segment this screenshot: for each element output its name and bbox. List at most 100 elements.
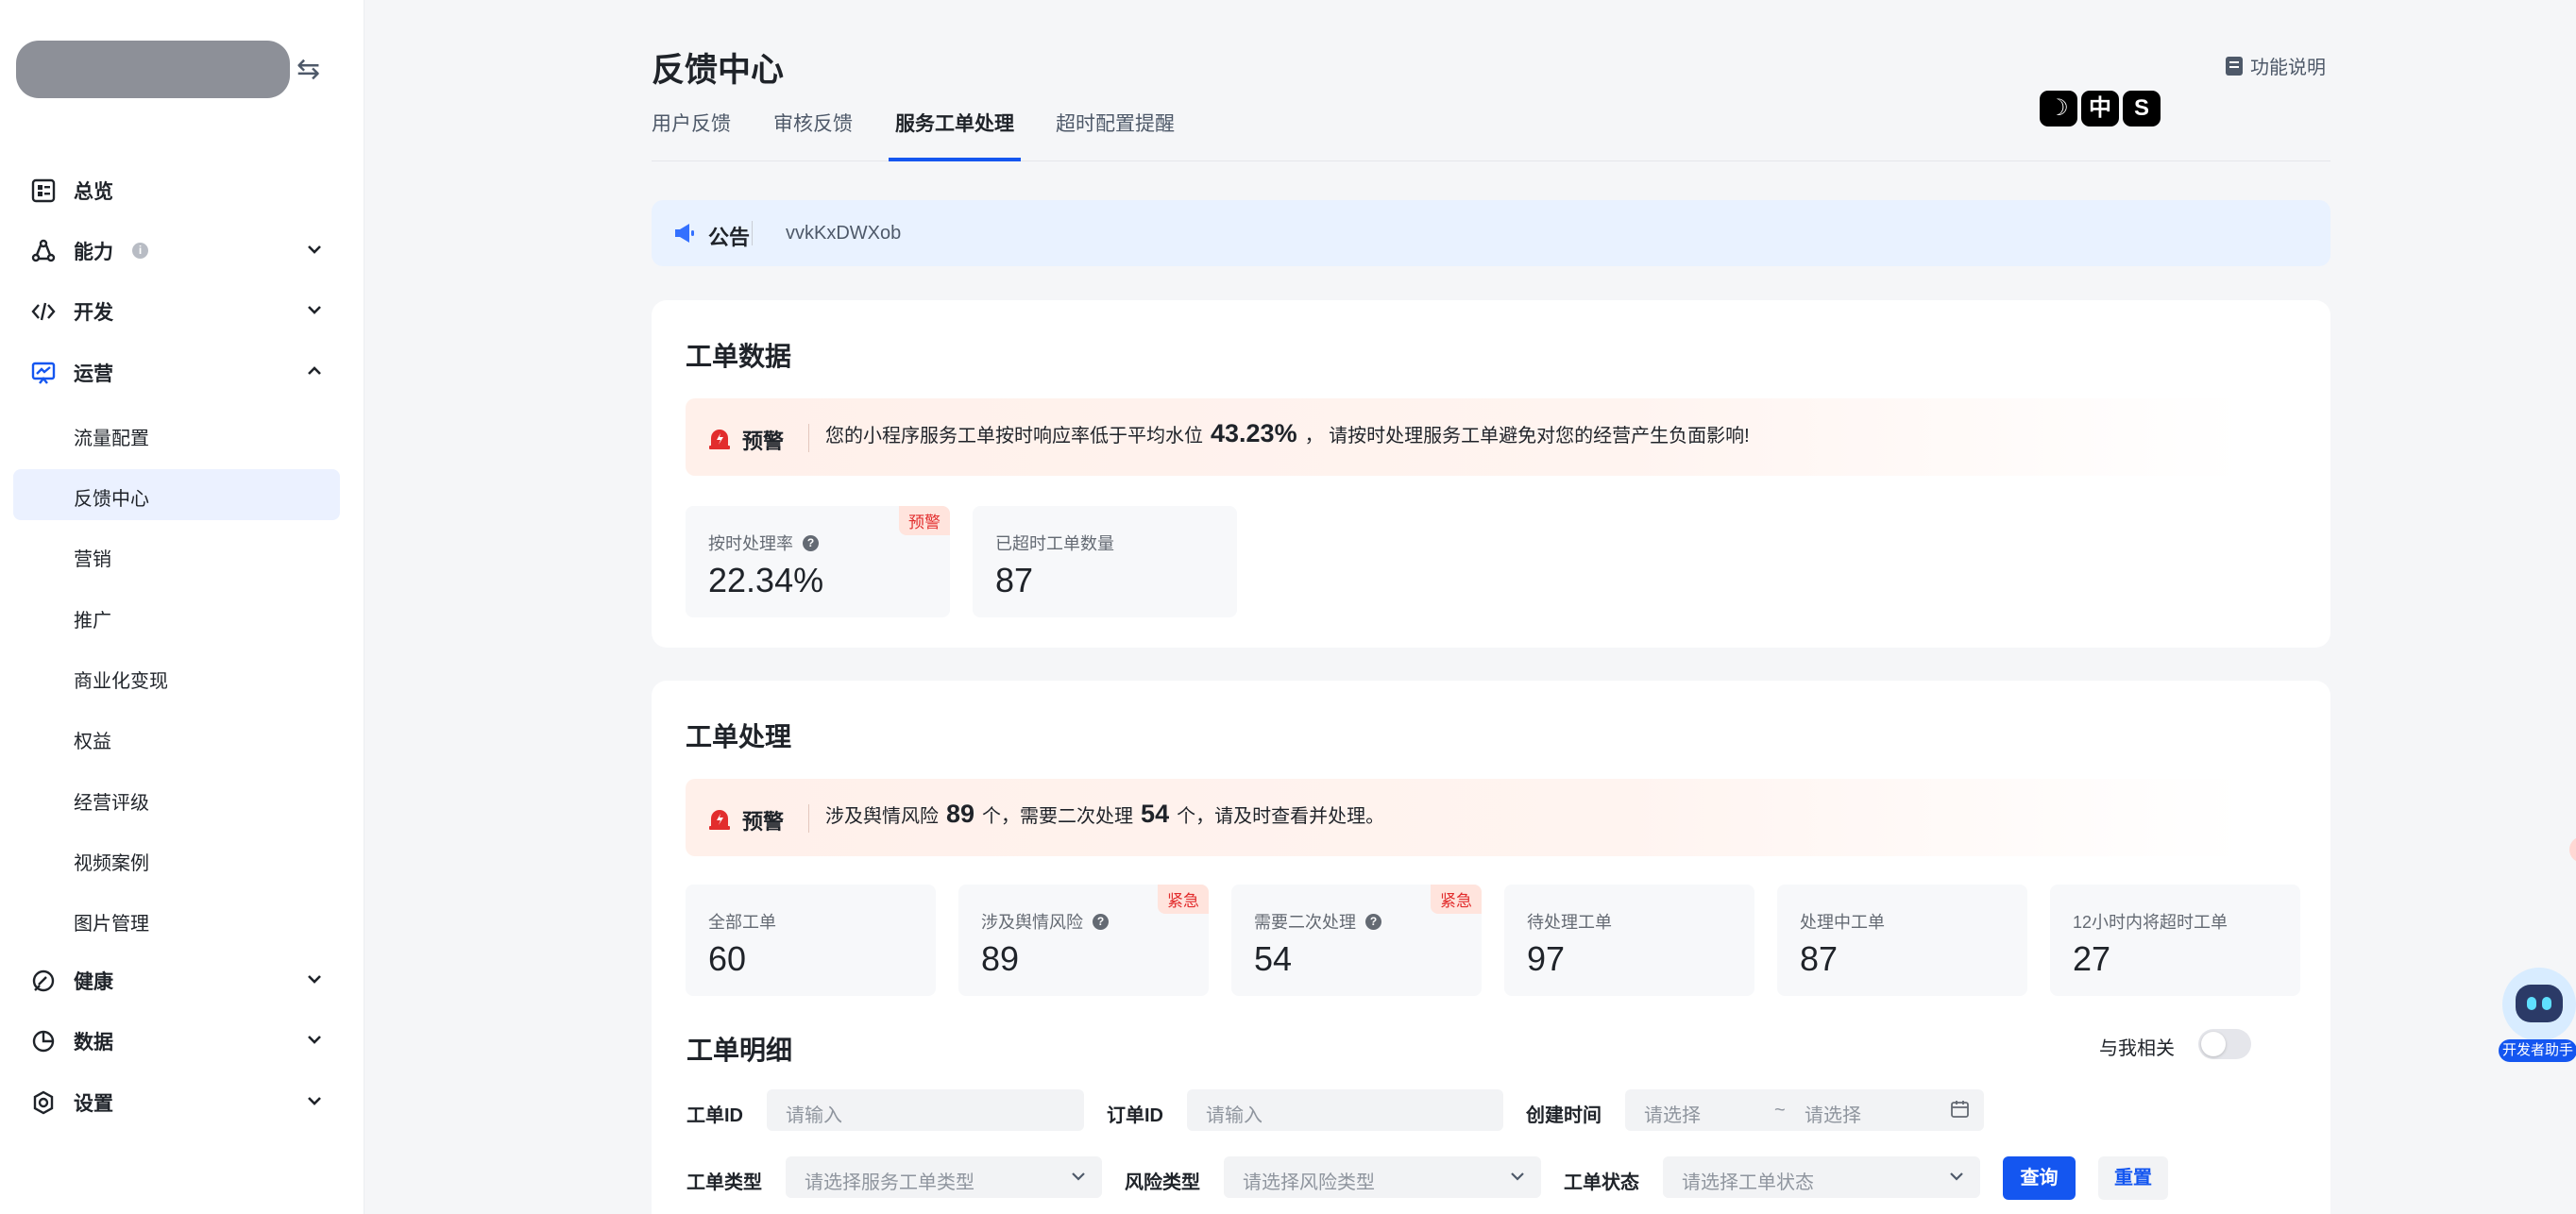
sidebar-subitem-rating[interactable]: 经营评级 (13, 773, 340, 824)
health-icon (32, 970, 55, 992)
sidebar-subitem-feedback[interactable]: 反馈中心 (13, 469, 340, 520)
ticket-status-select[interactable]: 请选择工单状态 (1663, 1156, 1980, 1198)
risk-type-label: 风险类型 (1125, 1172, 1200, 1193)
urgent-tag: 紧急 (1158, 885, 1209, 914)
stat-value: 22.34% (708, 561, 824, 599)
sidebar-subitem-label: 商业化变现 (74, 671, 168, 692)
sidebar-item-overview[interactable]: 总览 (13, 165, 340, 216)
placeholder: 请选择服务工单类型 (805, 1172, 974, 1193)
sidebar-item-data[interactable]: 数据 (13, 1016, 340, 1067)
sidebar-item-label: 总览 (74, 181, 113, 203)
section-title: 工单数据 (686, 342, 792, 371)
section-title: 工单明细 (686, 1036, 793, 1065)
sidebar-item-develop[interactable]: 开发 (13, 286, 340, 337)
tab-user-feedback[interactable]: 用户反馈 (652, 110, 731, 160)
tab-service-ticket[interactable]: 服务工单处理 (889, 110, 1021, 161)
stat-secondary-process[interactable]: 需要二次处理? 54 紧急 (1231, 885, 1482, 996)
ticket-id-input[interactable]: 请输入 (767, 1089, 1084, 1131)
sidebar-item-settings[interactable]: 设置 (13, 1077, 340, 1128)
warning-value: 54 (1141, 800, 1170, 828)
warning-value: 43.23% (1211, 419, 1297, 447)
sidebar-subitem-label: 图片管理 (74, 914, 149, 935)
stat-value: 27 (2073, 939, 2111, 978)
created-time-range-picker[interactable]: 请选择 ~ 请选择 (1625, 1089, 1984, 1131)
sidebar-item-operation[interactable]: 运营 (13, 347, 340, 398)
sidebar-subitem-label: 权益 (74, 732, 111, 752)
chevron-down-icon (308, 1097, 321, 1105)
settings-icon (33, 1090, 54, 1115)
stat-pending[interactable]: 待处理工单 97 (1504, 885, 1754, 996)
stat-value: 60 (708, 939, 747, 978)
account-switcher[interactable] (16, 41, 290, 98)
stat-public-risk[interactable]: 涉及舆情风险? 89 紧急 (958, 885, 1209, 996)
stat-value: 54 (1254, 939, 1293, 978)
risk-type-select[interactable]: 请选择风险类型 (1224, 1156, 1541, 1198)
swap-icon[interactable]: ⇆ (297, 53, 320, 86)
sidebar-subitem-video-cases[interactable]: 视频案例 (13, 834, 340, 885)
sidebar-item-label: 健康 (74, 971, 113, 993)
stat-label: 全部工单 (708, 913, 776, 932)
sidebar-subitem-images[interactable]: 图片管理 (13, 894, 340, 945)
tab-timeout-config[interactable]: 超时配置提醒 (1056, 110, 1175, 160)
ticket-data-card: 工单数据 预警 您的小程序服务工单按时响应率低于平均水位 43.23%， 请按时处… (652, 300, 2330, 648)
code-icon (31, 302, 56, 321)
help-icon[interactable]: ? (1365, 913, 1381, 930)
order-id-input[interactable]: 请输入 (1187, 1089, 1503, 1131)
sidebar-item-label: 运营 (74, 363, 113, 385)
sidebar-subitem-marketing[interactable]: 营销 (13, 530, 340, 581)
sidebar-subitem-monetization[interactable]: 商业化变现 (13, 651, 340, 702)
reset-button[interactable]: 重置 (2098, 1156, 2168, 1200)
announcement-title: 公告 (708, 226, 751, 249)
query-button[interactable]: 查询 (2003, 1156, 2076, 1200)
stat-label: 需要二次处理? (1254, 909, 1381, 934)
help-link[interactable]: 功能说明 (2226, 52, 2326, 79)
stat-value: 97 (1527, 939, 1566, 978)
ticket-type-select[interactable]: 请选择服务工单类型 (786, 1156, 1102, 1198)
sidebar-item-ability[interactable]: 能力 i (13, 226, 340, 277)
floating-handle[interactable] (2569, 836, 2576, 863)
alarm-icon (709, 430, 730, 449)
ability-icon (31, 239, 56, 262)
developer-assistant[interactable]: 开发者助手 (2499, 968, 2576, 1062)
sidebar-subitem-label: 流量配置 (74, 429, 149, 449)
sidebar-subitem-traffic[interactable]: 流量配置 (13, 409, 340, 460)
overview-icon (31, 178, 56, 203)
related-to-me-toggle[interactable] (2198, 1029, 2251, 1059)
placeholder: 请输入 (786, 1105, 842, 1126)
megaphone-icon (675, 224, 694, 243)
divider (808, 804, 809, 833)
assistant-label: 开发者助手 (2499, 1039, 2576, 1062)
stat-value: 89 (981, 939, 1020, 978)
stat-near-timeout[interactable]: 12小时内将超时工单 27 (2050, 885, 2300, 996)
tab-review-feedback[interactable]: 审核反馈 (773, 110, 853, 160)
warning-value: 89 (946, 800, 975, 828)
stat-label: 涉及舆情风险? (981, 909, 1109, 934)
end-date-placeholder: 请选择 (1805, 1105, 1861, 1126)
stat-all-tickets[interactable]: 全部工单 60 (686, 885, 936, 996)
help-icon[interactable]: ? (1093, 913, 1109, 930)
warning-banner: 预警 涉及舆情风险 89 个，需要二次处理 54 个，请及时查看并处理。 (686, 779, 2244, 856)
placeholder: 请选择工单状态 (1682, 1172, 1814, 1193)
stat-label: 处理中工单 (1800, 913, 1885, 932)
warning-banner: 预警 您的小程序服务工单按时响应率低于平均水位 43.23%， 请按时处理服务工单… (686, 398, 2244, 476)
placeholder: 请输入 (1206, 1105, 1263, 1126)
info-icon[interactable]: i (132, 243, 148, 259)
data-icon (32, 1030, 55, 1053)
related-to-me-label: 与我相关 (2099, 1038, 2175, 1059)
sidebar-subitem-rights[interactable]: 权益 (13, 712, 340, 763)
sidebar-item-label: 开发 (74, 302, 113, 324)
sidebar-subitem-promotion[interactable]: 推广 (13, 591, 340, 642)
ticket-status-label: 工单状态 (1564, 1172, 1639, 1193)
calendar-icon (1951, 1101, 1969, 1118)
stat-label: 12小时内将超时工单 (2073, 913, 2229, 932)
section-title: 工单处理 (686, 722, 792, 751)
sidebar-item-health[interactable]: 健康 (13, 955, 340, 1006)
sidebar-item-label: 数据 (74, 1032, 113, 1054)
help-label: 功能说明 (2250, 58, 2326, 78)
stat-label: 按时处理率? (708, 531, 819, 555)
divider (752, 221, 753, 245)
announcement-text: vvkKxDWXob (786, 223, 902, 244)
help-icon[interactable]: ? (803, 534, 819, 551)
stat-processing[interactable]: 处理中工单 87 (1777, 885, 2027, 996)
announcement-bar: 公告 vvkKxDWXob (652, 200, 2330, 266)
